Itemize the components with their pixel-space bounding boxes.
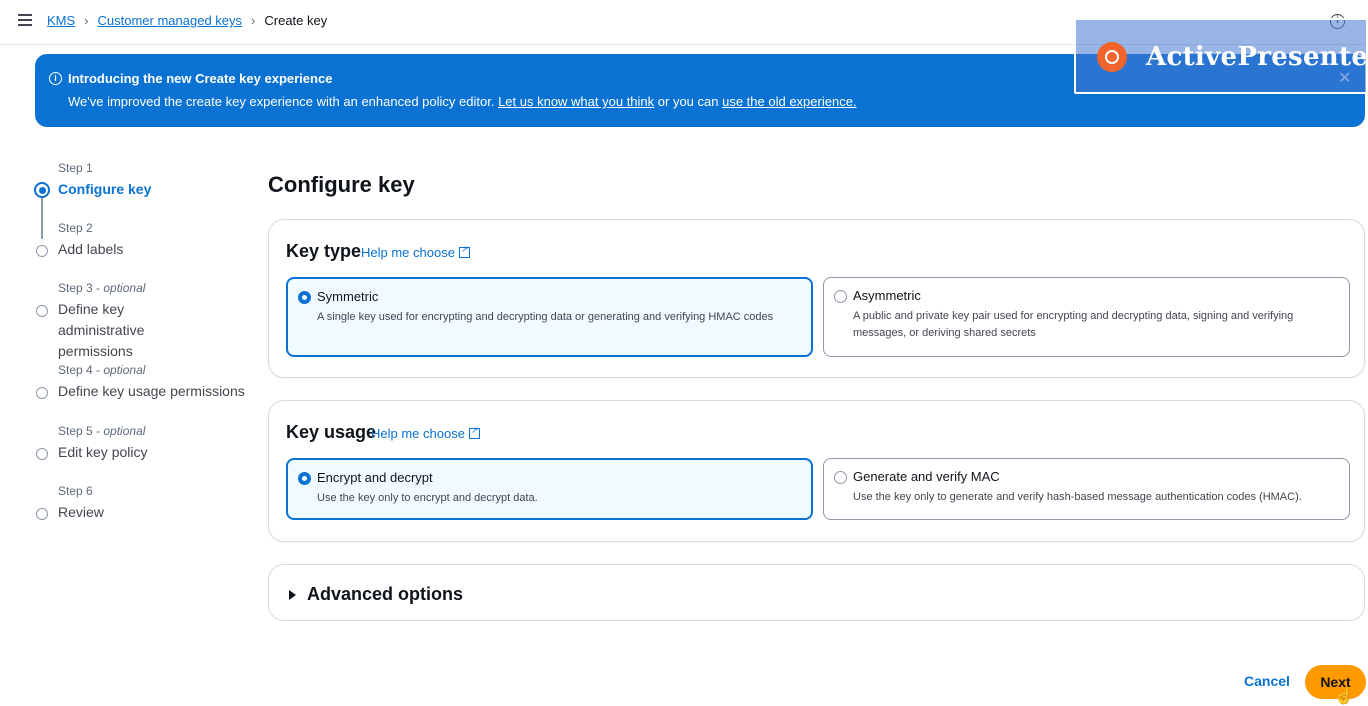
option-title: Generate and verify MAC [853,469,1000,484]
key-usage-container: Key usage Help me choose Encrypt and dec… [268,400,1365,542]
symmetric-option[interactable]: Symmetric A single key used for encrypti… [286,277,813,357]
flash-body-text: We've improved the create key experience… [68,94,495,109]
activepresenter-logo-icon [1097,42,1127,72]
radio-unselected-icon[interactable] [834,290,847,303]
step-connector [41,197,43,239]
step-name[interactable]: Add labels [58,239,123,260]
cancel-button[interactable]: Cancel [1244,673,1290,689]
step-label: Step 1 [58,161,93,175]
hand-cursor-icon: ☝ [1334,688,1354,705]
option-description: A single key used for encrypting and dec… [317,311,774,323]
page-title: Configure key [268,172,415,197]
flash-title: Introducing the new Create key experienc… [68,71,333,86]
info-icon: i [49,72,62,85]
flash-body-middle: or you can [657,94,719,109]
external-link-icon [468,425,480,439]
step-name[interactable]: Edit key policy [58,442,147,463]
breadcrumb-kms[interactable]: KMS [47,13,75,28]
chevron-right-icon: › [251,13,256,28]
old-experience-link[interactable]: use the old experience. [722,94,856,109]
step-indicator-icon [34,182,50,198]
breadcrumb-current: Create key [264,13,328,28]
radio-selected-icon[interactable] [298,291,311,304]
asymmetric-option[interactable]: Asymmetric A public and private key pair… [823,277,1350,357]
radio-unselected-icon[interactable] [834,471,847,484]
watermark-text: ActivePresenter [1146,42,1368,72]
step-name[interactable]: Define key usage permissions [58,381,245,402]
step-name[interactable]: Review [58,502,104,523]
option-title: Encrypt and decrypt [317,470,433,485]
step-name[interactable]: Configure key [58,179,151,200]
generate-verify-mac-option[interactable]: Generate and verify MAC Use the key only… [823,458,1350,520]
flash-body: We've improved the create key experience… [68,94,857,109]
step-indicator-icon [36,387,48,399]
option-description: Use the key only to generate and verify … [853,491,1302,503]
watermark-logo: ActivePresenter [1074,18,1368,94]
step-label: Step 5 - optional [58,424,146,438]
menu-icon[interactable] [18,14,32,26]
breadcrumb: KMS › Customer managed keys › Create key [47,13,327,28]
option-title: Symmetric [317,289,379,304]
chevron-right-icon: › [84,13,89,28]
caret-right-icon[interactable] [289,590,296,600]
option-description: A public and private key pair used for e… [853,310,1294,339]
step-indicator-icon [36,508,48,520]
step-indicator-icon [36,448,48,460]
option-description: Use the key only to encrypt and decrypt … [317,492,538,504]
step-label: Step 4 - optional [58,363,146,377]
feedback-link[interactable]: Let us know what you think [498,94,654,109]
external-link-icon [458,244,470,258]
key-usage-help-link[interactable]: Help me choose [371,425,480,441]
step-indicator-icon [36,305,48,317]
step-label: Step 2 [58,221,93,235]
breadcrumb-customer-managed-keys[interactable]: Customer managed keys [98,13,243,28]
radio-selected-icon[interactable] [298,472,311,485]
key-type-heading: Key type [286,241,362,261]
encrypt-decrypt-option[interactable]: Encrypt and decrypt Use the key only to … [286,458,813,520]
step-name[interactable]: Define key administrative permissions [58,299,208,362]
key-type-container: Key type Help me choose Symmetric A sing… [268,219,1365,378]
advanced-options-expander[interactable]: Advanced options [268,564,1365,621]
option-title: Asymmetric [853,288,921,303]
step-indicator-icon [36,245,48,257]
advanced-options-label[interactable]: Advanced options [307,584,463,605]
step-label: Step 6 [58,484,93,498]
key-usage-heading: Key usage [286,422,377,442]
key-type-help-link[interactable]: Help me choose [361,244,470,260]
step-label: Step 3 - optional [58,281,146,295]
